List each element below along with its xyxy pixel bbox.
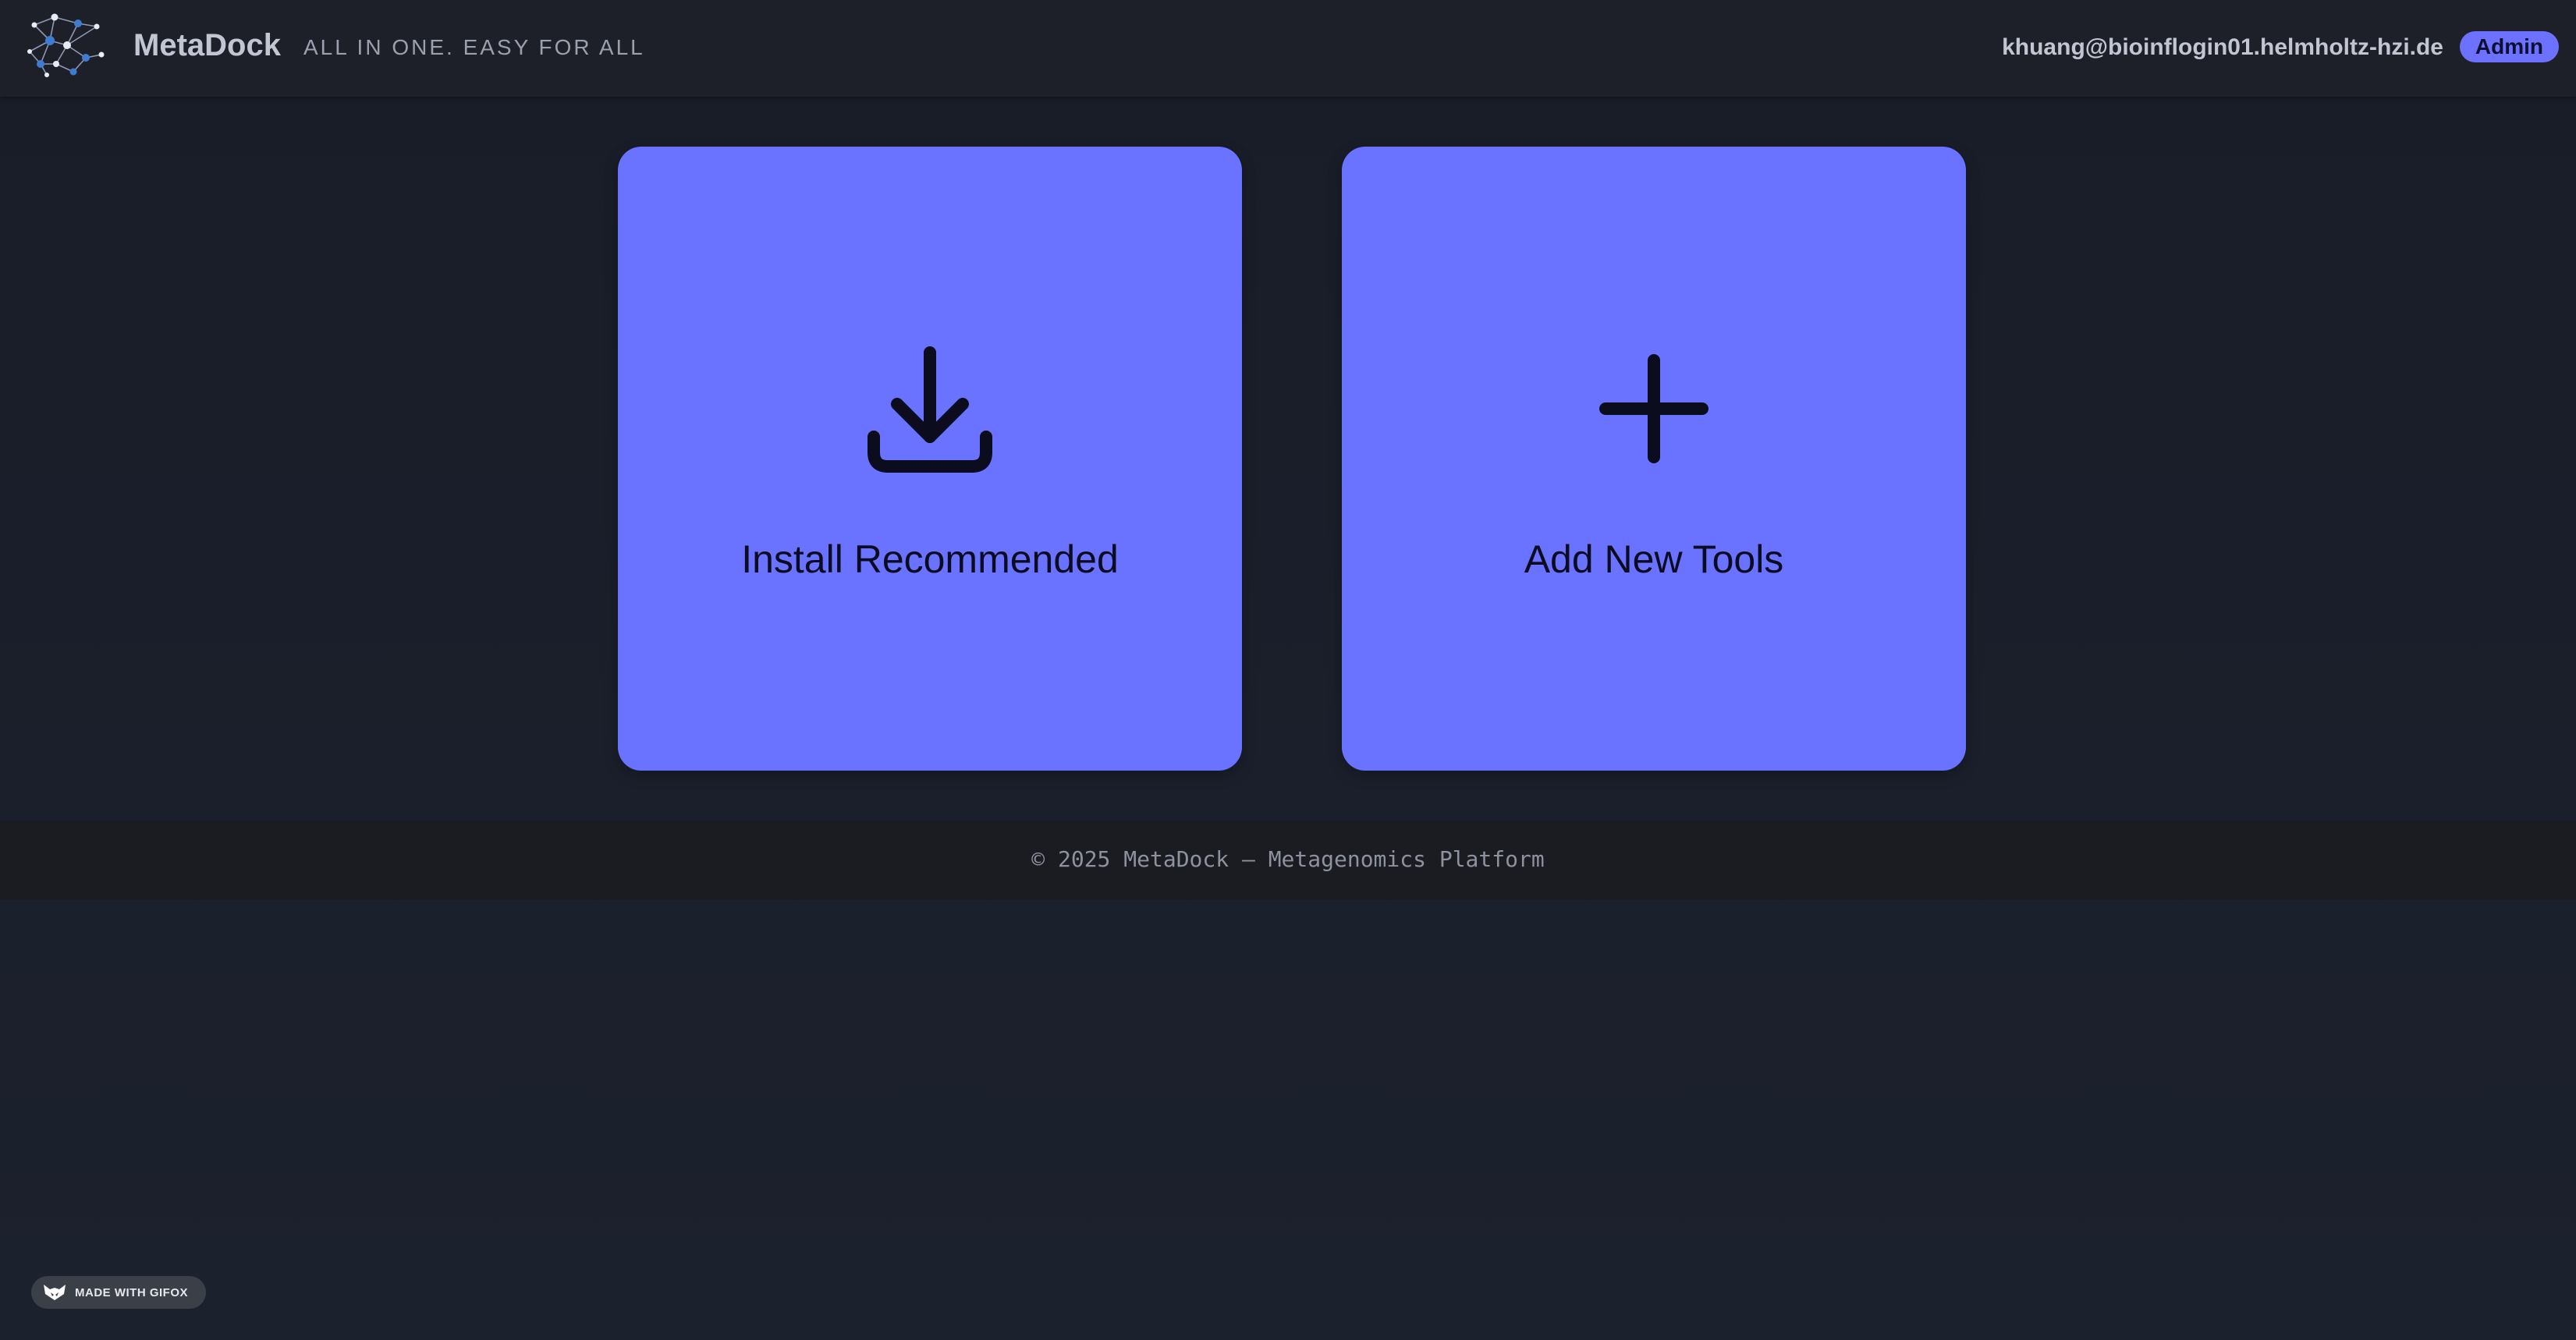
- install-recommended-card[interactable]: Install Recommended: [618, 147, 1242, 771]
- gifox-watermark[interactable]: MADE WITH GIFOX: [31, 1276, 206, 1309]
- install-recommended-label: Install Recommended: [741, 537, 1119, 581]
- download-icon: [868, 346, 992, 473]
- add-new-tools-card[interactable]: Add New Tools: [1342, 147, 1966, 771]
- tagline: ALL IN ONE. EASY FOR ALL: [303, 35, 645, 59]
- network-graph-logo-icon[interactable]: [23, 12, 106, 80]
- brand-name[interactable]: MetaDock: [133, 28, 281, 63]
- top-header: MetaDock ALL IN ONE. EASY FOR ALL khuang…: [0, 0, 2576, 97]
- gifox-watermark-text: MADE WITH GIFOX: [75, 1286, 188, 1299]
- plus-icon: [1599, 354, 1708, 463]
- footer: © 2025 MetaDock — Metagenomics Platform: [0, 821, 2576, 900]
- user-email[interactable]: khuang@bioinflogin01.helmholtz-hzi.de: [2002, 34, 2443, 61]
- gifox-fox-icon: [44, 1285, 66, 1300]
- add-new-tools-label: Add New Tools: [1524, 537, 1784, 581]
- role-badge: Admin: [2459, 31, 2559, 62]
- footer-copyright: © 2025 MetaDock — Metagenomics Platform: [1031, 846, 1545, 872]
